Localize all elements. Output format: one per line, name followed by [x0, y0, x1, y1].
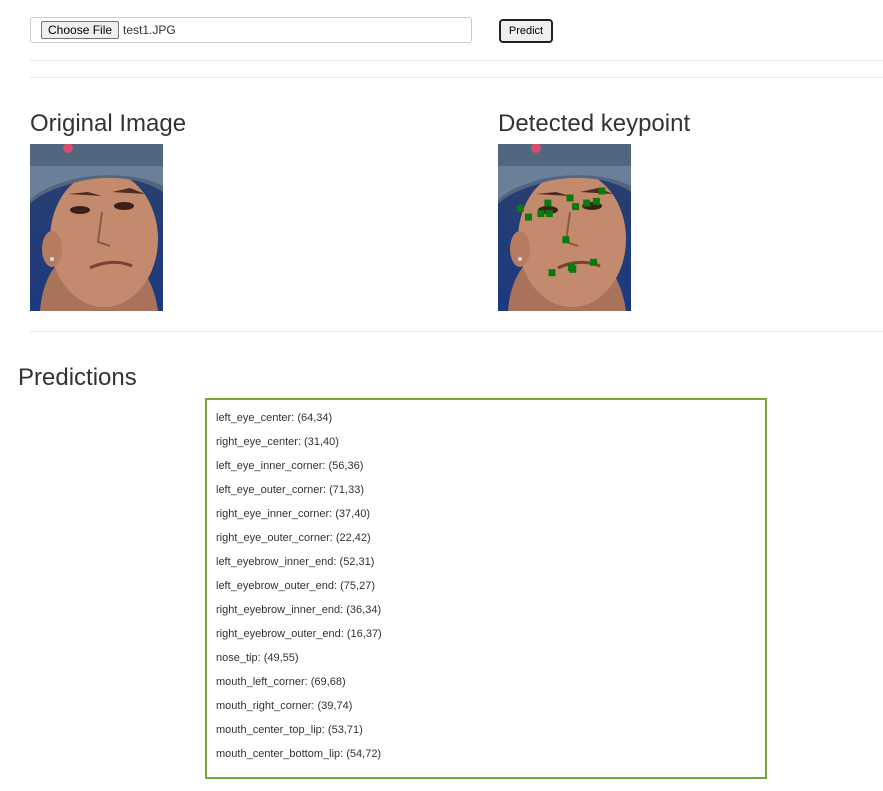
keypoint-marker [583, 199, 591, 207]
keypoint-marker [548, 269, 556, 277]
divider [30, 60, 883, 61]
keypoint-marker [525, 213, 532, 221]
prediction-item: left_eye_outer_corner: (71,33) [216, 484, 364, 496]
prediction-item: left_eye_inner_corner: (56,36) [216, 460, 364, 472]
keypoint-marker [562, 236, 570, 244]
prediction-item: left_eye_center: (64,34) [216, 412, 333, 424]
divider [30, 77, 883, 78]
prediction-item: left_eyebrow_inner_end: (52,31) [216, 556, 375, 568]
choose-file-button[interactable]: Choose File [41, 21, 120, 39]
keypoint-marker [590, 258, 598, 266]
predictions-panel: left_eye_center: (64,34) right_eye_center… [205, 398, 767, 779]
divider [30, 331, 883, 332]
predict-button[interactable]: Predict [499, 19, 553, 43]
keypoint-marker [598, 187, 606, 195]
keypoint-marker [537, 210, 545, 218]
prediction-item: right_eye_inner_corner: (37,40) [216, 508, 371, 520]
predictions-heading: Predictions [18, 364, 137, 391]
prediction-item: mouth_right_corner: (39,74) [216, 700, 353, 712]
keypoint-marker [566, 194, 574, 202]
keypoint-marker [516, 204, 524, 212]
keypoint-marker [544, 199, 552, 207]
prediction-item: left_eyebrow_outer_end: (75,27) [216, 580, 375, 592]
keypoint-marker [545, 210, 553, 218]
detected-keypoint-heading: Detected keypoint [498, 110, 691, 137]
prediction-item: right_eyebrow_inner_end: (36,34) [216, 604, 382, 616]
prediction-item: mouth_left_corner: (69,68) [216, 676, 346, 688]
prediction-item: right_eye_center: (31,40) [216, 436, 339, 448]
selected-file-name: test1.JPG [123, 23, 176, 37]
keypoint-marker [592, 197, 600, 205]
prediction-item: right_eyebrow_outer_end: (16,37) [216, 628, 382, 640]
original-image-heading: Original Image [30, 110, 187, 137]
keypoint-marker [572, 203, 580, 211]
prediction-item: mouth_center_bottom_lip: (54,72) [216, 748, 382, 760]
prediction-item: mouth_center_top_lip: (53,71) [216, 724, 363, 736]
prediction-item: nose_tip: (49,55) [216, 652, 299, 664]
keypoint-marker [569, 265, 577, 273]
detected-keypoint-image [498, 144, 631, 311]
prediction-item: right_eye_outer_corner: (22,42) [216, 532, 371, 544]
file-input[interactable]: Choose File test1.JPG [30, 17, 472, 43]
original-image [30, 144, 163, 311]
